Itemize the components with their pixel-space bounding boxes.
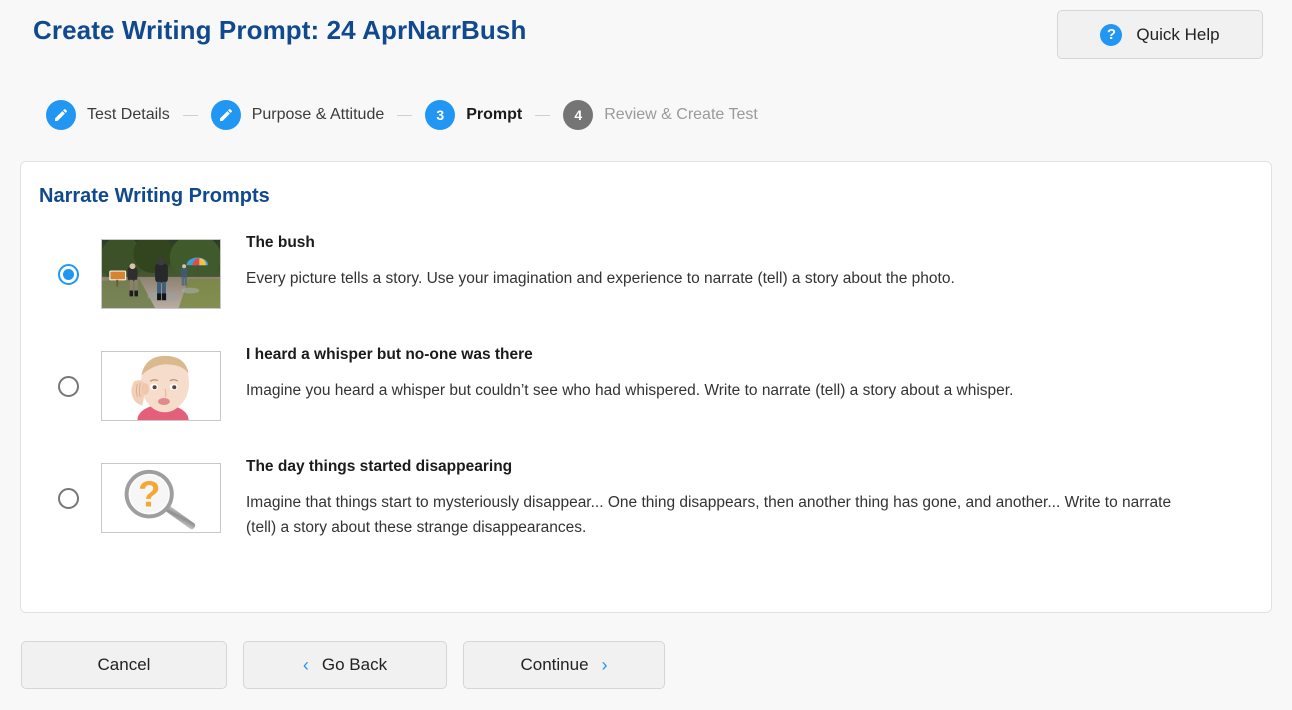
page-root: Create Writing Prompt: 24 AprNarrBush ? … <box>0 0 1292 710</box>
step-label-prompt: Prompt <box>466 106 523 123</box>
chevron-left-icon: ‹ <box>302 655 309 675</box>
radio-button-icon[interactable] <box>58 263 79 285</box>
prompt-radio-disappearing[interactable] <box>46 487 101 509</box>
radio-button-icon[interactable] <box>58 487 79 509</box>
option-description: Imagine that things start to mysteriousl… <box>246 494 1172 536</box>
thumbnail-wrap: ? <box>101 463 246 533</box>
go-back-button[interactable]: ‹ Go Back <box>243 641 447 689</box>
list-item[interactable]: I heard a whisper but no-one was there I… <box>21 330 1271 442</box>
step-prompt[interactable]: 3 Prompt <box>425 100 522 130</box>
option-description: Imagine you heard a whisper but couldn’t… <box>246 382 1014 399</box>
option-description: Every picture tells a story. Use your im… <box>246 270 955 287</box>
pencil-icon <box>210 100 241 130</box>
list-item[interactable]: The bush Every picture tells a story. Us… <box>21 218 1271 330</box>
list-item[interactable]: ? The day things started disappearing Im… <box>21 442 1271 554</box>
card-title: Narrate Writing Prompts <box>39 185 270 207</box>
quick-help-label: Quick Help <box>1136 24 1220 44</box>
prompt-radio-whisper[interactable] <box>46 375 101 397</box>
prompt-selection-card: Narrate Writing Prompts The bush Every p… <box>20 161 1272 613</box>
wizard-stepper: Test Details Purpose & Attitude 3 Prompt… <box>46 100 758 130</box>
quick-help-button[interactable]: ? Quick Help <box>1057 10 1263 59</box>
step-test-details[interactable]: Test Details <box>46 100 170 130</box>
page-title: Create Writing Prompt: 24 AprNarrBush <box>33 15 527 45</box>
thumbnail-wrap <box>101 239 246 309</box>
cancel-button[interactable]: Cancel <box>21 641 227 689</box>
radio-button-icon[interactable] <box>58 375 79 397</box>
step-purpose-attitude[interactable]: Purpose & Attitude <box>210 100 385 130</box>
continue-button-label: Continue <box>520 655 589 674</box>
pencil-icon <box>46 100 76 130</box>
hikers-on-forest-trail-photo[interactable] <box>101 239 221 309</box>
svg-text:?: ? <box>138 474 160 515</box>
girl-listening-cupping-ear-photo[interactable] <box>101 351 221 421</box>
magnifying-glass-question-mark-icon[interactable]: ? <box>101 463 221 533</box>
step-separator <box>182 114 198 116</box>
option-text: The bush Every picture tells a story. Us… <box>246 218 1271 291</box>
step-number-badge: 4 <box>563 100 594 130</box>
step-review-create-test[interactable]: 4 Review & Create Test <box>563 100 758 130</box>
go-back-button-label: Go Back <box>321 655 388 674</box>
prompt-options-list: The bush Every picture tells a story. Us… <box>21 218 1271 554</box>
continue-button[interactable]: Continue › <box>463 641 665 689</box>
chevron-right-icon: › <box>601 655 608 675</box>
step-label-purpose-attitude: Purpose & Attitude <box>251 106 385 123</box>
step-separator <box>397 114 413 116</box>
option-title: The bush <box>246 234 315 251</box>
step-label-test-details: Test Details <box>87 106 170 123</box>
option-title: The day things started disappearing <box>246 458 513 475</box>
thumbnail-wrap <box>101 351 246 421</box>
wizard-footer: Cancel ‹ Go Back Continue › <box>21 641 665 689</box>
page-header: Create Writing Prompt: 24 AprNarrBush ? … <box>0 0 1292 70</box>
option-text: The day things started disappearing Imag… <box>246 442 1271 540</box>
cancel-button-label: Cancel <box>97 655 151 674</box>
step-separator <box>535 114 551 116</box>
step-number-badge: 3 <box>425 100 456 130</box>
step-label-review-create-test: Review & Create Test <box>604 106 758 123</box>
prompt-radio-the-bush[interactable] <box>46 263 101 285</box>
option-text: I heard a whisper but no-one was there I… <box>246 330 1271 403</box>
option-title: I heard a whisper but no-one was there <box>246 346 533 363</box>
question-circle-icon: ? <box>1100 23 1123 46</box>
